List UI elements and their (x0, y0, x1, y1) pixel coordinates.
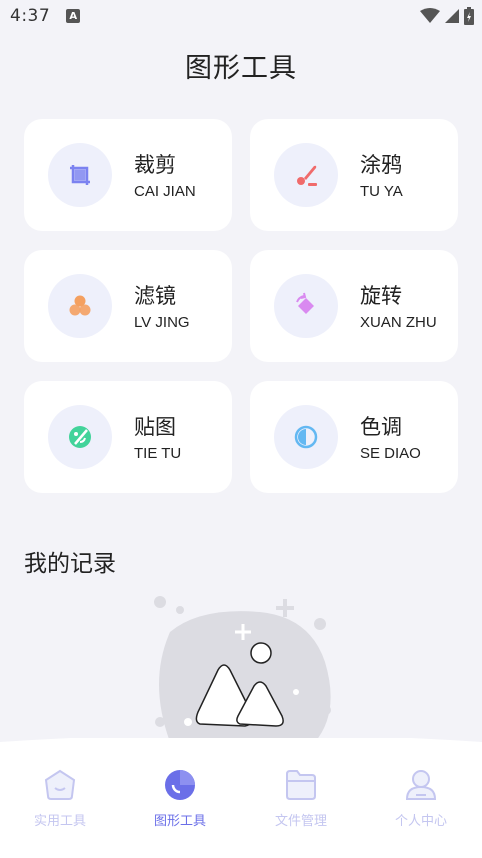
tool-pinyin: SE DIAO (360, 445, 421, 462)
tool-pinyin: XUAN ZHU (360, 314, 437, 331)
signal-icon (445, 9, 459, 23)
brush-icon-circle (274, 143, 338, 207)
nav-tab-profile[interactable]: 个人中心 (361, 768, 481, 829)
crop-icon (70, 165, 90, 185)
nav-tab-graphics[interactable]: 图形工具 (120, 768, 240, 829)
home-icon (44, 769, 76, 800)
tool-pinyin: LV JING (134, 314, 190, 331)
records-title: 我的记录 (24, 551, 116, 577)
nav-label: 文件管理 (274, 814, 327, 829)
nav-tab-files[interactable]: 文件管理 (241, 768, 361, 829)
rotate-icon (296, 292, 314, 314)
tool-pinyin: TIE TU (134, 445, 182, 462)
tool-name: 裁剪 (134, 153, 176, 177)
tool-name: 旋转 (360, 284, 402, 308)
sticker-icon (69, 426, 91, 448)
tool-name: 滤镜 (134, 284, 176, 308)
nav-label: 图形工具 (153, 814, 206, 829)
user-icon (405, 770, 437, 800)
notification-a-icon: A (66, 9, 81, 23)
status-time: 4:37 (10, 6, 51, 26)
tone-icon-circle (274, 405, 338, 469)
rotate-icon-circle (274, 274, 338, 338)
crop-icon-circle (48, 143, 112, 207)
sticker-icon-circle (48, 405, 112, 469)
tool-card-doodle[interactable]: 涂鸦 TU YA (250, 119, 458, 231)
filter-icon-circle (48, 274, 112, 338)
tool-pinyin: CAI JIAN (134, 183, 196, 200)
tool-name: 贴图 (134, 415, 176, 439)
folder-icon (286, 770, 316, 800)
tool-card-rotate[interactable]: 旋转 XUAN ZHU (250, 250, 458, 362)
wifi-icon (420, 8, 440, 23)
status-icons (420, 7, 474, 25)
brush-icon (297, 165, 317, 186)
tone-icon (294, 425, 318, 449)
status-bar: 4:37 A (0, 0, 482, 32)
filter-icon (69, 295, 91, 316)
nav-label: 实用工具 (33, 814, 86, 829)
nav-tab-utility[interactable]: 实用工具 (0, 768, 120, 829)
tool-card-sticker[interactable]: 贴图 TIE TU (24, 381, 232, 493)
tool-pinyin: TU YA (360, 183, 403, 200)
tool-card-crop[interactable]: 裁剪 CAI JIAN (24, 119, 232, 231)
tool-card-tone[interactable]: 色调 SE DIAO (250, 381, 458, 493)
nav-label: 个人中心 (394, 814, 447, 829)
tool-name: 涂鸦 (360, 153, 402, 177)
battery-icon (464, 7, 474, 25)
bottom-nav: 实用工具 图形工具 文件管理 个人中心 (0, 738, 482, 858)
empty-records-image-icon (154, 596, 331, 742)
tool-name: 色调 (360, 415, 402, 439)
pie-chart-icon (165, 770, 195, 800)
tool-card-filter[interactable]: 滤镜 LV JING (24, 250, 232, 362)
page-title: 图形工具 (185, 53, 297, 84)
